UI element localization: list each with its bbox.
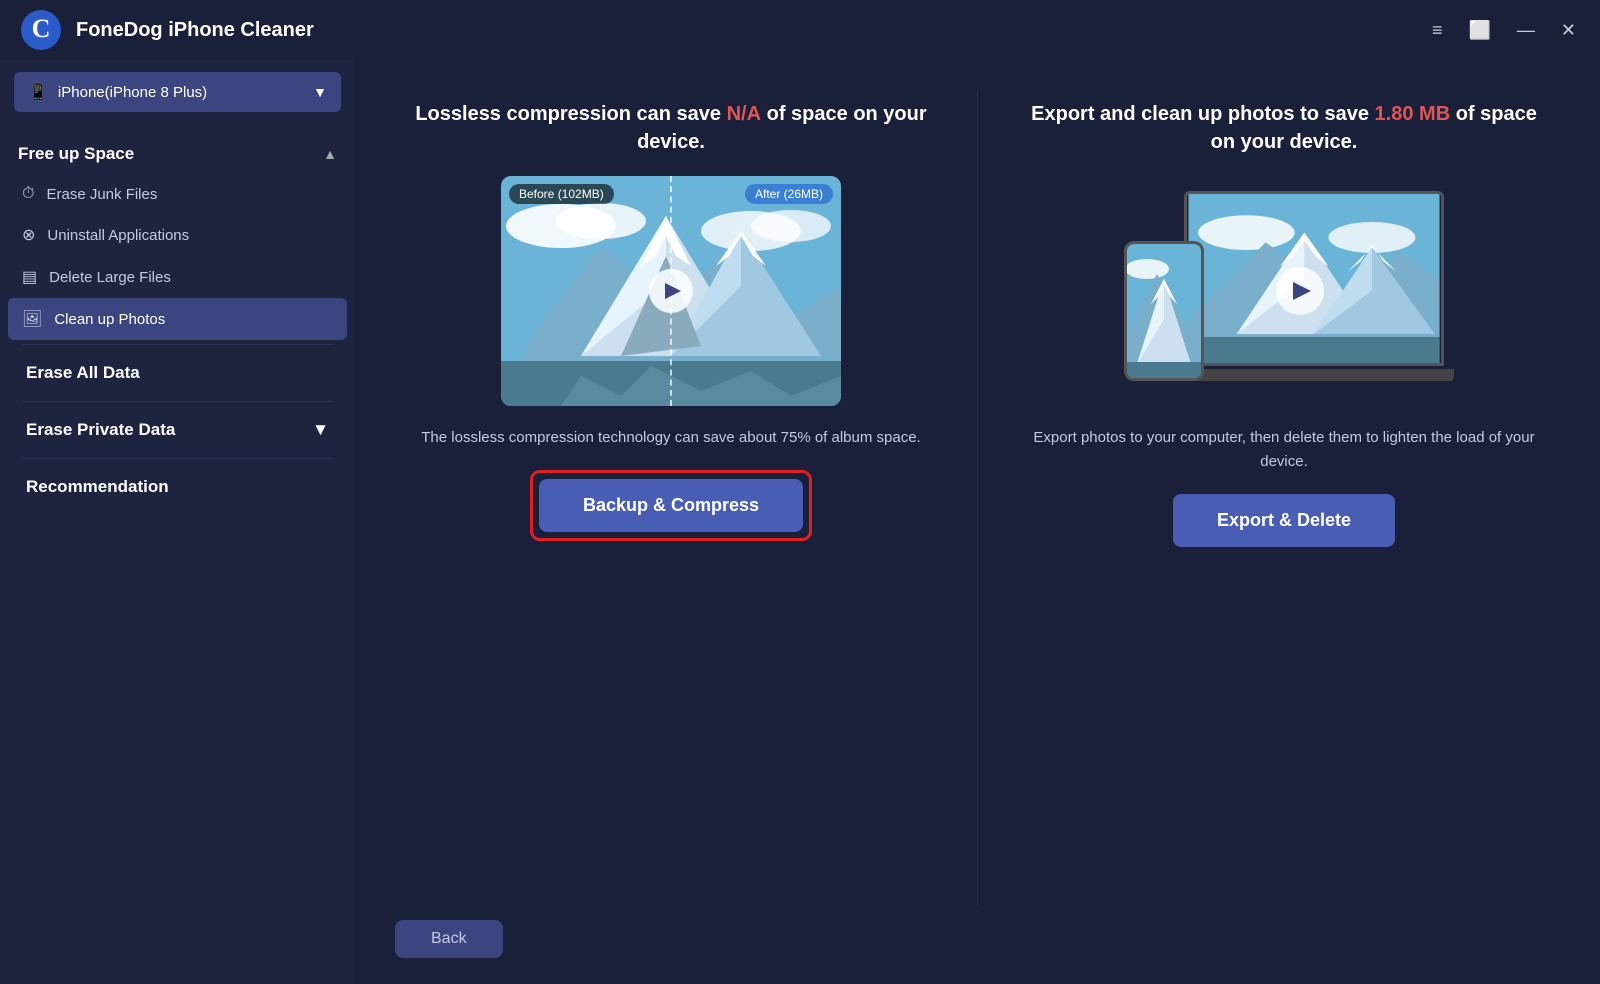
device-selector-left: 📱 iPhone(iPhone 8 Plus) xyxy=(28,82,207,102)
minimize-icon[interactable]: — xyxy=(1513,16,1539,45)
backup-compress-desc: The lossless compression technology can … xyxy=(421,426,920,450)
clean-photos-label: Clean up Photos xyxy=(54,311,165,328)
badge-after: After (26MB) xyxy=(745,184,833,204)
nav-section: Free up Space ▲ ⏱ Erase Junk Files ⊗ Uni… xyxy=(0,130,355,511)
sidebar-divider-3 xyxy=(22,458,333,459)
panels-row: Lossless compression can save N/A of spa… xyxy=(395,90,1560,906)
export-delete-button[interactable]: Export & Delete xyxy=(1173,494,1395,547)
app-title: FoneDog iPhone Cleaner xyxy=(76,19,314,42)
device-illustration xyxy=(1114,176,1454,406)
clean-photos-icon: 🖼 xyxy=(22,309,42,329)
badge-before: Before (102MB) xyxy=(509,184,614,204)
erase-private-chevron-icon: ▼ xyxy=(312,420,329,440)
laptop-phone-illustration xyxy=(1124,181,1444,401)
app-logo: C xyxy=(20,9,62,51)
panel-divider xyxy=(977,90,978,906)
backup-compress-button-wrapper: Backup & Compress xyxy=(530,470,812,541)
svg-text:C: C xyxy=(32,14,51,43)
erase-junk-label: Erase Junk Files xyxy=(46,186,157,203)
uninstall-apps-icon: ⊗ xyxy=(22,225,35,245)
heading-highlight: N/A xyxy=(727,103,761,125)
export-delete-desc: Export photos to your computer, then del… xyxy=(1028,426,1540,474)
before-after-image: Before (102MB) After (26MB) xyxy=(501,176,841,406)
sidebar-item-erase-junk[interactable]: ⏱ Erase Junk Files xyxy=(8,174,347,214)
collapse-icon: ▲ xyxy=(323,146,337,162)
laptop-base xyxy=(1174,369,1454,381)
bottom-bar: Back xyxy=(395,906,1560,964)
play-button-right[interactable] xyxy=(1276,267,1324,315)
sidebar-item-clean-photos[interactable]: 🖼 Clean up Photos xyxy=(8,298,347,340)
sidebar-divider-2 xyxy=(22,401,333,402)
delete-large-icon: ▤ xyxy=(22,267,37,287)
right-heading-highlight: 1.80 MB xyxy=(1375,103,1451,125)
sidebar-item-delete-large[interactable]: ▤ Delete Large Files xyxy=(8,256,347,298)
main-layout: 📱 iPhone(iPhone 8 Plus) ▼ Free up Space … xyxy=(0,60,1600,984)
device-name: iPhone(iPhone 8 Plus) xyxy=(58,84,207,101)
free-up-space-label: Free up Space xyxy=(18,144,134,164)
erase-junk-icon: ⏱ xyxy=(22,185,34,203)
phone-device xyxy=(1124,241,1204,381)
uninstall-apps-label: Uninstall Applications xyxy=(47,227,189,244)
backup-compress-button[interactable]: Backup & Compress xyxy=(539,479,803,532)
sidebar: 📱 iPhone(iPhone 8 Plus) ▼ Free up Space … xyxy=(0,60,355,984)
heading-text-1: Lossless compression can save xyxy=(415,103,726,125)
sidebar-item-recommendation[interactable]: Recommendation xyxy=(8,463,347,511)
content-area: Lossless compression can save N/A of spa… xyxy=(355,60,1600,984)
close-icon[interactable]: ✕ xyxy=(1557,16,1580,45)
recommendation-label: Recommendation xyxy=(26,477,169,497)
back-button[interactable]: Back xyxy=(395,920,503,958)
backup-compress-panel: Lossless compression can save N/A of spa… xyxy=(395,90,947,906)
phone-icon: 📱 xyxy=(28,82,48,102)
titlebar-left: C FoneDog iPhone Cleaner xyxy=(20,9,314,51)
titlebar-controls: ≡ ⬜ — ✕ xyxy=(1428,16,1580,45)
chat-icon[interactable]: ⬜ xyxy=(1464,16,1494,45)
free-up-space-items: ⏱ Erase Junk Files ⊗ Uninstall Applicati… xyxy=(8,174,347,340)
erase-private-data-label: Erase Private Data xyxy=(26,420,175,440)
play-button-left[interactable] xyxy=(649,269,693,313)
sidebar-item-uninstall-apps[interactable]: ⊗ Uninstall Applications xyxy=(8,214,347,256)
sidebar-divider-1 xyxy=(22,344,333,345)
backup-compress-heading: Lossless compression can save N/A of spa… xyxy=(415,100,927,156)
export-delete-heading: Export and clean up photos to save 1.80 … xyxy=(1028,100,1540,156)
erase-all-data-label: Erase All Data xyxy=(26,363,140,383)
sidebar-item-erase-all-data[interactable]: Erase All Data xyxy=(8,349,347,397)
delete-large-label: Delete Large Files xyxy=(49,269,171,286)
chevron-down-icon: ▼ xyxy=(313,84,327,100)
right-heading-text-1: Export and clean up photos to save xyxy=(1031,103,1374,125)
sidebar-item-erase-private-data[interactable]: Erase Private Data ▼ xyxy=(8,406,347,454)
free-up-space-header[interactable]: Free up Space ▲ xyxy=(8,130,347,174)
titlebar: C FoneDog iPhone Cleaner ≡ ⬜ — ✕ xyxy=(0,0,1600,60)
device-selector[interactable]: 📱 iPhone(iPhone 8 Plus) ▼ xyxy=(14,72,341,112)
menu-icon[interactable]: ≡ xyxy=(1428,16,1447,45)
export-delete-panel: Export and clean up photos to save 1.80 … xyxy=(1008,90,1560,906)
